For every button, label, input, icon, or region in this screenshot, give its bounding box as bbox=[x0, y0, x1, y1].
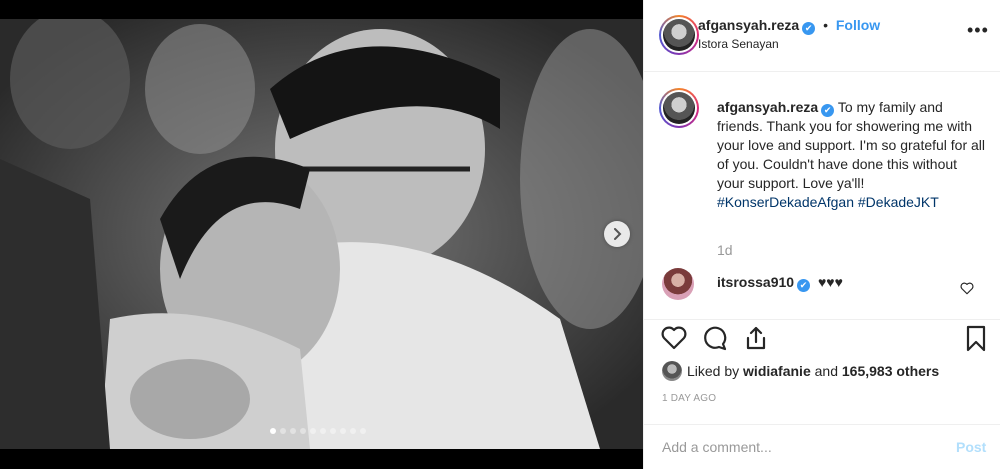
likes-count-link[interactable]: 165,983 others bbox=[842, 363, 939, 379]
likes-connector: and bbox=[814, 363, 838, 379]
carousel-indicator bbox=[270, 428, 366, 434]
commenter-avatar[interactable] bbox=[662, 268, 694, 300]
carousel-dot bbox=[330, 428, 336, 434]
carousel-dot bbox=[350, 428, 356, 434]
share-icon[interactable] bbox=[742, 324, 770, 352]
likes-text: Liked by widiafanie and 165,983 others bbox=[687, 363, 939, 379]
post-modal: afgansyah.reza ✔ • Follow Istora Senayan … bbox=[0, 0, 1000, 469]
carousel-dot bbox=[360, 428, 366, 434]
follow-button[interactable]: Follow bbox=[836, 17, 880, 33]
follow-separator: • bbox=[823, 17, 828, 33]
add-comment-input[interactable] bbox=[662, 436, 922, 458]
carousel-dot bbox=[310, 428, 316, 434]
add-comment-bar: Post bbox=[644, 424, 1000, 469]
verified-badge-icon: ✔ bbox=[821, 104, 835, 117]
author-avatar[interactable] bbox=[659, 15, 699, 55]
caption-avatar[interactable] bbox=[659, 88, 699, 128]
chevron-right-icon bbox=[614, 228, 622, 240]
comment-text: ♥♥♥ bbox=[817, 274, 843, 290]
commenter-username[interactable]: itsrossa910 bbox=[717, 274, 794, 290]
carousel-dot bbox=[320, 428, 326, 434]
post-timestamp: 1 DAY AGO bbox=[662, 393, 717, 404]
comment-like-icon[interactable] bbox=[960, 282, 974, 295]
liker-avatar[interactable] bbox=[662, 361, 682, 381]
header-user-line: afgansyah.reza ✔ • Follow bbox=[698, 17, 880, 35]
photo-illustration bbox=[0, 19, 643, 449]
carousel-dot bbox=[340, 428, 346, 434]
next-photo-button[interactable] bbox=[604, 221, 630, 247]
post-comment-button[interactable]: Post bbox=[956, 439, 986, 455]
liker-username[interactable]: widiafanie bbox=[743, 363, 811, 379]
caption-time: 1d bbox=[717, 242, 733, 258]
carousel-dot bbox=[300, 428, 306, 434]
photo-area bbox=[0, 0, 643, 469]
caption-username[interactable]: afgansyah.reza bbox=[717, 99, 818, 115]
verified-badge-icon: ✔ bbox=[802, 22, 816, 35]
caption-text-block: afgansyah.reza ✔ To my family and friends… bbox=[717, 98, 987, 212]
carousel-dot bbox=[280, 428, 286, 434]
action-bar bbox=[644, 320, 1000, 360]
post-photo[interactable] bbox=[0, 19, 643, 449]
post-header: afgansyah.reza ✔ • Follow Istora Senayan … bbox=[644, 0, 1000, 72]
post-side-panel: afgansyah.reza ✔ • Follow Istora Senayan … bbox=[643, 0, 1000, 469]
comment-line: itsrossa910 ✔ ♥♥♥ bbox=[717, 274, 843, 292]
author-username[interactable]: afgansyah.reza bbox=[698, 17, 799, 33]
caption-section: afgansyah.reza ✔ To my family and friends… bbox=[644, 72, 1000, 320]
heart-icon[interactable] bbox=[660, 324, 688, 352]
carousel-dot bbox=[290, 428, 296, 434]
carousel-dot bbox=[270, 428, 276, 434]
hashtag-link[interactable]: #KonserDekadeAfgan bbox=[717, 194, 854, 210]
post-location[interactable]: Istora Senayan bbox=[698, 37, 779, 51]
verified-badge-icon: ✔ bbox=[797, 279, 811, 292]
likes-prefix: Liked by bbox=[687, 363, 740, 379]
more-options-icon[interactable]: ••• bbox=[967, 20, 989, 41]
hashtag-link[interactable]: #DekadeJKT bbox=[858, 194, 939, 210]
comment-icon[interactable] bbox=[701, 324, 729, 352]
comment-item: itsrossa910 ✔ ♥♥♥ bbox=[662, 268, 992, 304]
bookmark-icon[interactable] bbox=[962, 324, 990, 352]
